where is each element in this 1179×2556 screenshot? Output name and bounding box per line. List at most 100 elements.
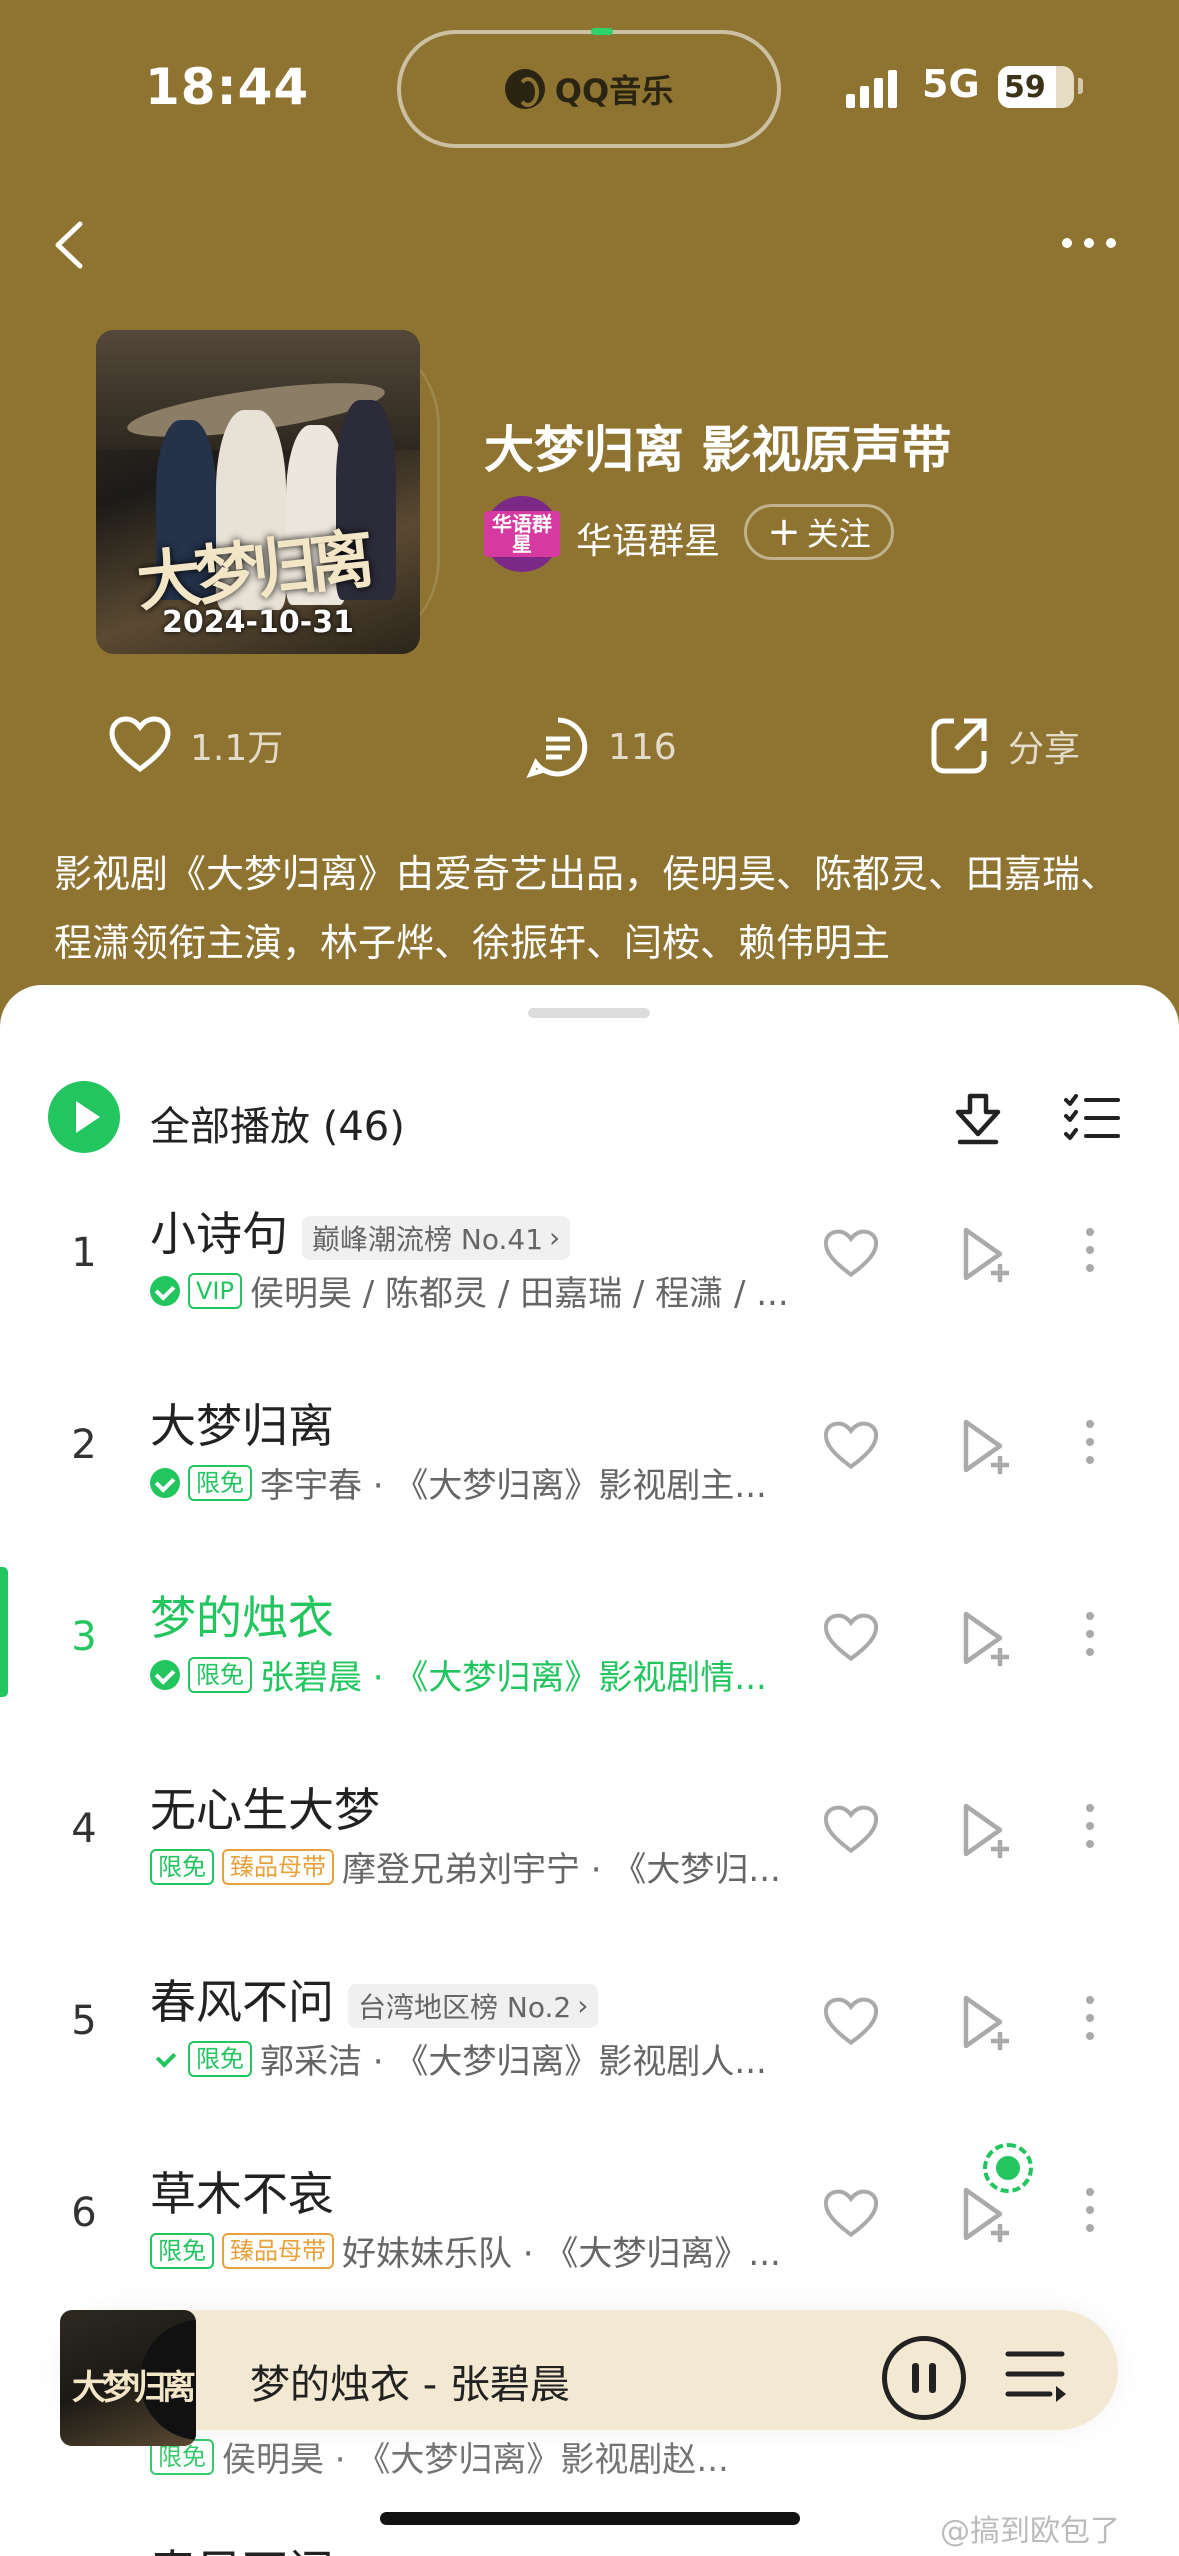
song-number: 4 [71,1806,97,1852]
song-number: 6 [71,2190,97,2236]
back-icon[interactable] [50,220,90,270]
floating-recognize-icon[interactable] [983,2143,1033,2193]
song-title-text: 小诗句 [150,1207,288,1261]
song-tag: 限免 [188,1464,252,1501]
pause-button[interactable] [882,2336,966,2420]
add-to-playlist-icon[interactable] [960,1802,1012,1864]
song-like-icon[interactable] [822,2188,880,2244]
comment-count: 116 [608,726,677,768]
song-like-icon[interactable] [822,1228,880,1284]
dynamic-island[interactable]: QQ音乐 [397,28,781,148]
watermark: @搞到欧包了 [940,2514,1120,2549]
song-more-icon[interactable] [1086,1996,1094,2040]
song-like-icon[interactable] [822,1612,880,1668]
network-type: 5G [922,62,980,106]
chart-badge-text: 巅峰潮流榜 No.41 [312,1222,544,1256]
play-all-count: (46) [322,1104,405,1150]
song-meta: 限免 张碧晨 · 《大梦归离》影视剧情... [150,1650,767,1699]
song-more-icon[interactable] [1086,1612,1094,1656]
song-title-text: 大梦归离 [150,1399,334,1453]
battery-tip [1078,78,1083,94]
song-like-icon[interactable] [822,1804,880,1860]
chart-badge[interactable]: 台湾地区榜 No.2 › [348,1983,599,2028]
play-all-label[interactable]: 全部播放 (46) [150,1094,405,1152]
song-artists: 侯明昊 / 陈都灵 / 田嘉瑞 / 程潇 / ... [249,1274,789,1314]
song-more-icon[interactable] [1086,2188,1094,2232]
artist-name[interactable]: 华语群星 [576,512,720,564]
song-number: 2 [71,1422,97,1468]
song-title-partial[interactable]: 春风不问 [150,2536,334,2556]
add-to-playlist-icon[interactable] [960,1610,1012,1672]
share-label: 分享 [1008,729,1081,770]
chart-badge[interactable]: 巅峰潮流榜 No.41 › [302,1215,571,1260]
like-button[interactable]: 1.1万 [108,715,283,775]
album-title: 大梦归离 影视原声带 [484,421,952,479]
like-count: 1.1万 [190,728,284,769]
add-to-playlist-icon[interactable] [960,1418,1012,1480]
song-artists: 摩登兄弟刘宇宁 · 《大梦归... [342,1850,781,1890]
status-time: 18:44 [145,58,310,116]
signal-icon [846,70,897,108]
song-more-icon[interactable] [1086,1228,1094,1272]
sheet-grabber[interactable] [528,1008,650,1018]
qq-music-icon [504,69,545,109]
song-tag: 臻品母带 [222,2232,334,2269]
comment-button[interactable]: 116 [526,715,677,779]
song-artists: 好妹妹乐队 · 《大梦归离》... [342,2234,781,2274]
more-icon[interactable] [1062,238,1116,248]
song-more-icon[interactable] [1086,1420,1094,1464]
island-indicator [591,28,613,35]
player-song-title[interactable]: 梦的烛衣 - 张碧晨 [250,2352,570,2410]
add-to-playlist-icon[interactable] [960,1994,1012,2056]
song-title[interactable]: 大梦归离 [150,1390,334,1456]
share-icon [931,718,987,774]
song-more-icon[interactable] [1086,1804,1094,1848]
album-cover[interactable]: 大梦归离 2024-10-31 [96,330,420,654]
song-meta: 限免 郭采洁 · 《大梦归离》影视剧人... [150,2034,767,2083]
song-number: 5 [71,1998,97,2044]
island-app-label: QQ音乐 [554,72,674,110]
list-item-partial[interactable]: 限免 侯明昊 · 《大梦归离》影视剧赵... [150,2432,729,2481]
song-tag: 限免 [188,1656,252,1693]
song-tag: VIP [188,1272,242,1309]
song-tag: 限免 [150,1848,214,1885]
follow-button[interactable]: + 关注 [744,504,894,560]
song-artists: 侯明昊 · 《大梦归离》影视剧赵... [222,2440,729,2480]
playlist-icon[interactable] [1004,2346,1068,2406]
song-title[interactable]: 无心生大梦 [150,1774,380,1840]
plus-icon: + [767,509,801,555]
song-title[interactable]: 梦的烛衣 [150,1582,334,1648]
song-meta: VIP 侯明昊 / 陈都灵 / 田嘉瑞 / 程潇 / ... [150,1266,789,1315]
song-title[interactable]: 小诗句 巅峰潮流榜 No.41 › [150,1198,571,1264]
multi-select-icon[interactable] [1064,1094,1120,1142]
download-icon[interactable] [950,1090,1006,1146]
song-meta: 限免 臻品母带 好妹妹乐队 · 《大梦归离》... [150,2226,781,2275]
song-artists: 李宇春 · 《大梦归离》影视剧主... [260,1466,767,1506]
now-playing-indicator [0,1567,8,1697]
song-like-icon[interactable] [822,1420,880,1476]
song-number: 1 [71,1230,97,1276]
song-title-text: 无心生大梦 [150,1783,380,1837]
song-title-text: 草木不哀 [150,2167,334,2221]
home-indicator [380,2512,800,2525]
song-artists: 郭采洁 · 《大梦归离》影视剧人... [260,2042,767,2082]
song-tag: 限免 [150,2232,214,2269]
add-to-playlist-icon[interactable] [960,2186,1012,2248]
player-cover[interactable]: 大梦归离 [60,2310,196,2446]
song-title-text: 春风不问 [150,1975,334,2029]
song-meta: 限免 李宇春 · 《大梦归离》影视剧主... [150,1458,767,1507]
play-all-icon[interactable] [48,1081,120,1153]
share-button[interactable]: 分享 [928,715,1080,777]
song-tag: 臻品母带 [222,1848,334,1885]
chevron-right-icon: › [549,1221,561,1254]
add-to-playlist-icon[interactable] [960,1226,1012,1288]
artist-avatar[interactable]: 华语群星 [484,496,560,572]
song-title[interactable]: 草木不哀 [150,2158,334,2224]
check-icon [150,2044,180,2074]
album-description[interactable]: 影视剧《大梦归离》由爱奇艺出品，侯明昊、陈都灵、田嘉瑞、程潇领衔主演，林子烨、徐… [54,840,1134,978]
chart-badge-text: 台湾地区榜 No.2 [358,1990,572,2024]
song-title[interactable]: 春风不问 台湾地区榜 No.2 › [150,1966,599,2032]
song-like-icon[interactable] [822,1996,880,2052]
song-tag: 限免 [188,2040,252,2077]
cover-date: 2024-10-31 [162,605,354,640]
